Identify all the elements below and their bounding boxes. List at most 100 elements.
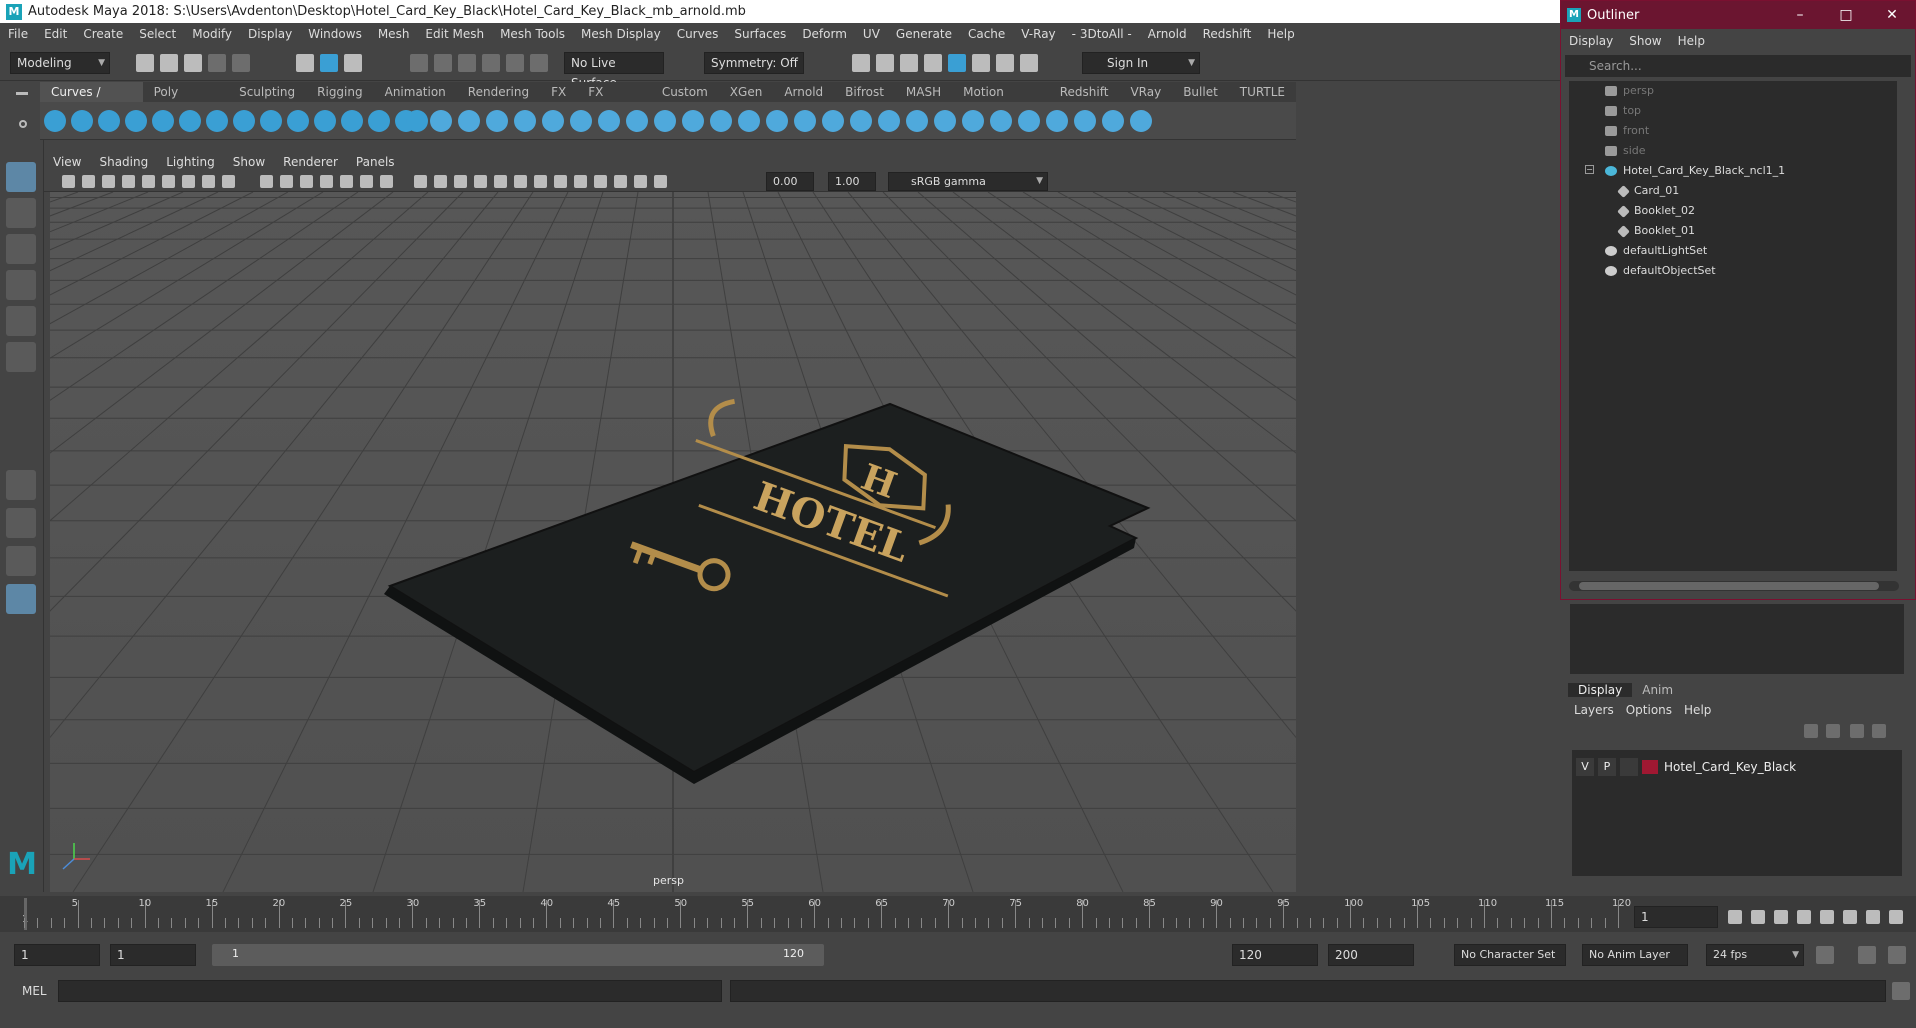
shelf-tab-fx-caching[interactable]: FX Caching [577,82,651,119]
shelf-detach-icon[interactable] [514,110,536,132]
scale-tool-icon[interactable] [6,342,36,372]
new-layer-icon[interactable] [1850,724,1864,738]
go-end-icon[interactable] [1889,910,1903,924]
lasso-tool-icon[interactable] [6,198,36,228]
range-slider[interactable]: 1 120 [212,944,824,966]
shelf-align-icon[interactable] [542,110,564,132]
shelf-square-surface-icon[interactable] [430,110,452,132]
shelf-planar-surface-icon[interactable] [822,110,844,132]
shelf-insert-isoparm-icon[interactable] [1074,110,1096,132]
shelf-tab-rendering[interactable]: Rendering [457,82,540,102]
film-gate-icon[interactable] [280,175,293,188]
shelf-sphere-icon[interactable] [570,110,592,132]
shelf-curve-intersect-icon[interactable] [233,110,255,132]
menu-modify[interactable]: Modify [184,27,240,41]
hypershade-icon[interactable] [948,54,966,72]
ipr-render-icon[interactable] [900,54,918,72]
shelf-tab-bullet[interactable]: Bullet [1172,82,1229,102]
outliner-item[interactable]: side [1605,141,1646,161]
field-chart-icon[interactable] [340,175,353,188]
mel-label[interactable]: MEL [22,984,47,998]
default-material-icon[interactable] [454,175,467,188]
mode-dropdown[interactable]: Modeling ▼ [10,52,110,74]
render-view-icon[interactable] [924,54,942,72]
menu-3dtoall[interactable]: - 3DtoAll - [1064,27,1140,41]
shelf-cube-icon[interactable] [598,110,620,132]
screen-ao-icon[interactable] [554,175,567,188]
panel-menu-renderer[interactable]: Renderer [274,155,347,169]
shelf-settings-icon[interactable] [19,120,27,128]
panel-menu-panels[interactable]: Panels [347,155,404,169]
viewport-persp[interactable]: H HOTEL persp [50,192,1296,892]
wireframe-icon[interactable] [414,175,427,188]
menu-display[interactable]: Display [240,27,300,41]
image-plane-icon[interactable] [122,175,135,188]
render-frame-icon[interactable] [876,54,894,72]
menu-select[interactable]: Select [131,27,184,41]
grid-icon[interactable] [260,175,273,188]
layer-tab-anim[interactable]: Anim [1632,683,1683,697]
loop-icon[interactable] [1816,946,1834,964]
shelf-loft-surface-icon[interactable] [794,110,816,132]
shelf-project-icon[interactable] [850,110,872,132]
sign-in-button[interactable]: Sign In ▼ [1082,52,1200,74]
end-frame-field[interactable]: 200 [1328,944,1414,966]
layer-color-swatch[interactable] [1642,760,1658,774]
layer-menu-options[interactable]: Options [1620,703,1678,717]
single-view-icon[interactable] [6,470,36,500]
frame-selected-icon[interactable] [202,175,215,188]
outliner-menu-display[interactable]: Display [1561,34,1621,48]
shelf-planar-icon[interactable] [368,110,390,132]
menu-mesh[interactable]: Mesh [370,27,418,41]
current-frame-field[interactable]: 1 [1634,906,1718,928]
menu-edit-mesh[interactable]: Edit Mesh [417,27,492,41]
safe-title-icon[interactable] [380,175,393,188]
2d-pan-icon[interactable] [142,175,155,188]
panel-menu-lighting[interactable]: Lighting [157,155,224,169]
shelf-tab-xgen[interactable]: XGen [719,82,774,102]
menu-v-ray[interactable]: V-Ray [1013,27,1063,41]
gate-mask-icon[interactable] [320,175,333,188]
outliner-menu-help[interactable]: Help [1670,34,1713,48]
outliner-item[interactable]: defaultLightSet [1605,241,1707,261]
snap-grid-icon[interactable] [410,54,428,72]
shelf-cv-curve-icon[interactable] [98,110,120,132]
shelf-reverse-icon[interactable] [1046,110,1068,132]
shelf-tab-arnold[interactable]: Arnold [773,82,834,102]
color-space-dropdown[interactable]: sRGB gamma ▼ [888,172,1048,191]
menu-cache[interactable]: Cache [960,27,1013,41]
xray-joints-icon[interactable] [634,175,647,188]
outliner-item[interactable]: front [1605,121,1649,141]
shelf-offset-icon[interactable] [287,110,309,132]
menu-uv[interactable]: UV [855,27,888,41]
select-tool-icon[interactable] [6,162,36,192]
shelf-tab-curves-surfaces[interactable]: Curves / Surfaces [40,82,143,119]
shelf-attach-icon[interactable] [486,110,508,132]
select-object-icon[interactable] [320,54,338,72]
live-surface-dropdown[interactable]: No Live Surface [564,52,664,90]
shelf-bezier-icon[interactable] [206,110,228,132]
play-back-icon[interactable] [1797,910,1811,924]
move-tool-icon[interactable] [6,270,36,300]
close-icon[interactable]: ✕ [1869,7,1915,23]
layer-menu-help[interactable]: Help [1678,703,1717,717]
shelf-cylinder-icon[interactable] [626,110,648,132]
shelf-untrim-icon[interactable] [906,110,928,132]
time-slider[interactable]: 1510152025303540455055606570758085909510… [0,896,1916,932]
layer-menu-layers[interactable]: Layers [1568,703,1620,717]
shelf-circle-icon[interactable] [44,110,66,132]
undo-icon[interactable] [208,54,226,72]
new-scene-icon[interactable] [136,54,154,72]
snap-vertex-icon[interactable] [530,54,548,72]
script-editor-icon[interactable] [1892,982,1910,1000]
bookmark-icon[interactable] [102,175,115,188]
menu-generate[interactable]: Generate [888,27,960,41]
shelf-tab-sculpting[interactable]: Sculpting [228,82,306,102]
command-input[interactable] [58,980,722,1002]
resolution-gate-icon[interactable] [300,175,313,188]
step-back-key-icon[interactable] [1751,910,1765,924]
maximize-icon[interactable]: □ [1823,7,1869,23]
shelf-revolve-surface-icon[interactable] [766,110,788,132]
shelf-pencil-curve-icon[interactable] [152,110,174,132]
snap-view-icon[interactable] [482,54,500,72]
